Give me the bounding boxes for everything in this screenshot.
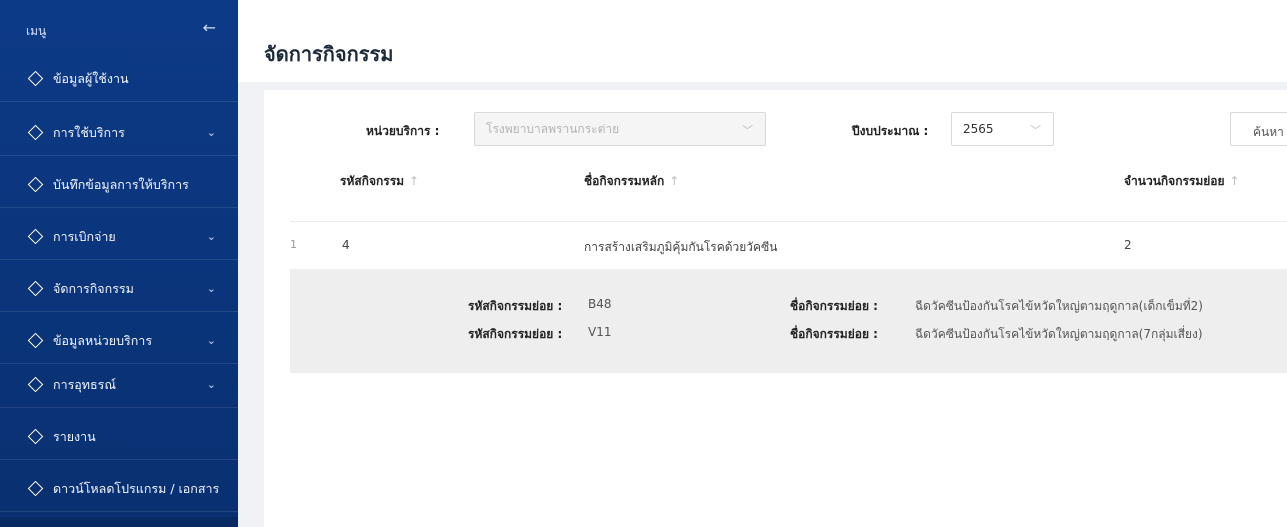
diamond-icon [27, 428, 44, 445]
expanded-row: รหัสกิจกรรมย่อย : B48 ชื่อกิจกรรมย่อย : … [290, 269, 1287, 373]
sidebar-item-appeal[interactable]: การอุทธรณ์ ⌄ [0, 362, 238, 408]
sidebar-item-download[interactable]: ดาวน์โหลดโปรแกรม / เอกสาร [0, 466, 238, 512]
diamond-icon [27, 124, 44, 141]
sub-code-value: V11 [588, 325, 612, 339]
diamond-icon [27, 176, 44, 193]
sidebar-item-label: บันทึกข้อมูลการให้บริการ [53, 176, 189, 192]
collapse-sidebar-icon[interactable]: ← [203, 20, 216, 36]
year-select[interactable]: 2565 ﹀ [951, 112, 1054, 146]
row-code: 4 [342, 238, 350, 252]
sidebar-item-label: ข้อมูลหน่วยบริการ [53, 332, 153, 348]
sidebar-item-unit-info[interactable]: ข้อมูลหน่วยบริการ ⌄ [0, 318, 238, 364]
unit-filter-label: หน่วยบริการ : [366, 124, 440, 138]
row-index: 1 [290, 238, 297, 251]
unit-select-value: โรงพยาบาลพรานกระต่าย [486, 121, 620, 136]
sidebar-item-label: ดาวน์โหลดโปรแกรม / เอกสาร [53, 480, 220, 496]
sidebar-item-disbursement[interactable]: การเบิกจ่าย ⌄ [0, 214, 238, 260]
year-select-value: 2565 [963, 122, 994, 136]
chevron-down-icon: ⌄ [206, 230, 216, 243]
sidebar-item-label: การเบิกจ่าย [53, 228, 116, 244]
chevron-down-icon: ⌄ [206, 334, 216, 347]
sort-icon: ↑ [669, 174, 680, 188]
sub-activity-row: รหัสกิจกรรมย่อย : B48 ชื่อกิจกรรมย่อย : … [290, 297, 1287, 315]
column-header-label: จำนวนกิจกรรมย่อย [1124, 174, 1225, 188]
sidebar-item-manage-activities[interactable]: จัดการกิจกรรม ⌄ [0, 266, 238, 312]
chevron-down-icon: ⌄ [206, 282, 216, 295]
column-header-count[interactable]: จำนวนกิจกรรมย่อย ↑ [1124, 172, 1240, 191]
sub-activity-row: รหัสกิจกรรมย่อย : V11 ชื่อกิจกรรมย่อย : … [290, 325, 1287, 343]
sub-code-label: รหัสกิจกรรมย่อย : [468, 327, 563, 341]
diamond-icon [27, 332, 44, 349]
table-row[interactable]: 1 4 การสร้างเสริมภูมิคุ้มกันโรคด้วยวัคซี… [290, 223, 1287, 269]
sub-code-label: รหัสกิจกรรมย่อย : [468, 299, 563, 313]
diamond-icon [27, 376, 44, 393]
table-header: รหัสกิจกรรม ↑ ชื่อกิจกรรมหลัก ↑ จำนวนกิจกร… [290, 152, 1287, 222]
sub-name-value: ฉีดวัคซีนป้องกันโรคไข้หวัดใหญ่ตามฤดูกาล(… [915, 299, 1203, 313]
column-header-label: ชื่อกิจกรรมหลัก [584, 174, 665, 188]
row-count: 2 [1124, 238, 1132, 252]
diamond-icon [27, 70, 44, 87]
sidebar: เมนู ← ข้อมูลผู้ใช้งาน การใช้บริการ ⌄ บั… [0, 0, 238, 527]
search-button[interactable]: ค้นหา [1230, 112, 1287, 146]
page-title: จัดการกิจกรรม [264, 42, 394, 66]
row-name: การสร้างเสริมภูมิคุ้มกันโรคด้วยวัคซีน [584, 240, 778, 254]
diamond-icon [27, 280, 44, 297]
sidebar-item-label: การใช้บริการ [53, 124, 125, 140]
chevron-down-icon: ﹀ [1030, 124, 1041, 137]
page-header: จัดการกิจกรรม [238, 0, 1287, 82]
column-header-label: รหัสกิจกรรม [340, 174, 405, 188]
sidebar-item-service-records[interactable]: บันทึกข้อมูลการให้บริการ [0, 162, 238, 208]
unit-select[interactable]: โรงพยาบาลพรานกระต่าย ﹀ [474, 112, 766, 146]
sidebar-item-label: ข้อมูลผู้ใช้งาน [53, 70, 129, 86]
chevron-down-icon: ⌄ [206, 126, 216, 139]
diamond-icon [27, 480, 44, 497]
sidebar-item-label: การอุทธรณ์ [53, 376, 116, 392]
sidebar-item-report[interactable]: รายงาน [0, 414, 238, 460]
content-card: หน่วยบริการ : โรงพยาบาลพรานกระต่าย ﹀ ปีง… [264, 90, 1287, 527]
chevron-down-icon: ﹀ [742, 124, 753, 137]
sort-icon: ↑ [409, 174, 420, 188]
sidebar-item-services[interactable]: การใช้บริการ ⌄ [0, 110, 238, 156]
sidebar-item-label: รายงาน [53, 428, 96, 444]
column-header-code[interactable]: รหัสกิจกรรม ↑ [340, 172, 419, 191]
column-header-name[interactable]: ชื่อกิจกรรมหลัก ↑ [584, 172, 679, 191]
year-filter-label: ปีงบประมาณ : [852, 124, 929, 138]
sort-icon: ↑ [1229, 174, 1240, 188]
sidebar-footer [0, 517, 238, 527]
chevron-down-icon: ⌄ [206, 378, 216, 391]
sub-code-value: B48 [588, 297, 612, 311]
sidebar-item-label: จัดการกิจกรรม [53, 280, 134, 296]
sub-name-label: ชื่อกิจกรรมย่อย : [790, 327, 878, 341]
sidebar-header: เมนู ← [0, 0, 238, 64]
filter-row: หน่วยบริการ : โรงพยาบาลพรานกระต่าย ﹀ ปีง… [264, 112, 1287, 148]
sub-name-value: ฉีดวัคซีนป้องกันโรคไข้หวัดใหญ่ตามฤดูกาล(… [915, 327, 1203, 341]
diamond-icon [27, 228, 44, 245]
sidebar-title: เมนู [26, 24, 47, 38]
sidebar-item-user-info[interactable]: ข้อมูลผู้ใช้งาน [0, 56, 238, 102]
sub-name-label: ชื่อกิจกรรมย่อย : [790, 299, 878, 313]
